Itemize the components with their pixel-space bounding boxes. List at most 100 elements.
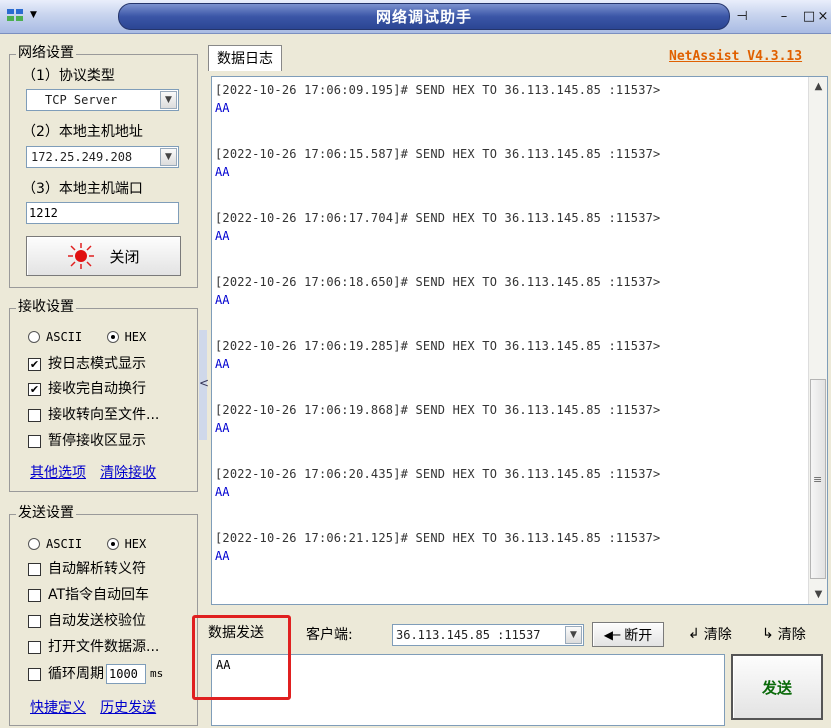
port-label: （3）本地主机端口 xyxy=(22,181,143,197)
receive-option-log-mode[interactable]: ✔ 按日志模式显示 xyxy=(28,355,146,373)
receive-option-auto-newline[interactable]: ✔ 接收完自动换行 xyxy=(28,380,146,398)
host-value: 172.25.249.208 xyxy=(31,150,133,164)
send-format-row: ASCII HEX xyxy=(28,535,146,553)
chevron-down-icon[interactable]: ▼ xyxy=(160,91,177,109)
send-option-label: 自动解析转义符 xyxy=(48,561,146,577)
chevron-down-icon[interactable]: ▼ xyxy=(810,586,827,603)
clear-receive-link[interactable]: 清除接收 xyxy=(100,465,156,481)
minimize-button[interactable]: – xyxy=(775,8,793,26)
receive-ascii-label: ASCII xyxy=(46,330,83,344)
receive-hex-radio[interactable] xyxy=(106,331,119,343)
send-option-escape[interactable]: 自动解析转义符 xyxy=(28,560,146,578)
log-entry-header: [2022-10-26 17:06:20.435]# SEND HEX TO 3… xyxy=(215,467,661,481)
client-label: 客户端: xyxy=(306,627,353,643)
send-option-checksum[interactable]: 自动发送校验位 xyxy=(28,612,146,630)
log-entry-header: [2022-10-26 17:06:21.125]# SEND HEX TO 3… xyxy=(215,531,661,545)
log-entry-data: AA xyxy=(215,485,230,499)
receive-option-label: 按日志模式显示 xyxy=(48,356,146,372)
port-input[interactable]: 1212 xyxy=(26,202,179,224)
checkbox[interactable] xyxy=(28,434,41,448)
send-ascii-label: ASCII xyxy=(46,537,83,551)
log-entry-header: [2022-10-26 17:06:09.195]# SEND HEX TO 3… xyxy=(215,83,661,97)
receive-format-row: ASCII HEX xyxy=(28,328,146,346)
receive-ascii-radio[interactable] xyxy=(28,331,40,343)
other-options-link[interactable]: 其他选项 xyxy=(30,465,86,481)
log-entry: [2022-10-26 17:06:15.587]# SEND HEX TO 3… xyxy=(215,147,660,179)
log-entry-header: [2022-10-26 17:06:15.587]# SEND HEX TO 3… xyxy=(215,147,661,161)
window-title: 网络调试助手 xyxy=(118,3,730,30)
receive-option-label: 暂停接收区显示 xyxy=(48,433,146,449)
send-option-at-cr[interactable]: AT指令自动回车 xyxy=(28,586,149,604)
shortcut-define-link[interactable]: 快捷定义 xyxy=(30,700,86,716)
receive-settings-title: 接收设置 xyxy=(16,299,76,315)
host-label: （2）本地主机地址 xyxy=(22,124,143,140)
checkbox[interactable] xyxy=(28,408,41,422)
send-option-loop[interactable]: 循环周期 1000 ms xyxy=(28,664,163,684)
history-send-link[interactable]: 历史发送 xyxy=(100,700,156,716)
disconnect-button[interactable]: ◀─ 断开 xyxy=(592,622,664,647)
title-bar: ▼ 网络调试助手 ⊣ – □ × xyxy=(0,0,831,34)
send-option-file-source[interactable]: 打开文件数据源... xyxy=(28,638,159,656)
send-option-label: 打开文件数据源... xyxy=(48,639,160,655)
log-entry-header: [2022-10-26 17:06:19.868]# SEND HEX TO 3… xyxy=(215,403,661,417)
loop-label: 循环周期 xyxy=(48,666,104,682)
close-connection-button[interactable]: 关闭 xyxy=(26,236,181,276)
checkbox[interactable] xyxy=(28,614,41,628)
log-entry-header: [2022-10-26 17:06:18.650]# SEND HEX TO 3… xyxy=(215,275,661,289)
send-hex-radio[interactable] xyxy=(106,538,119,550)
send-ascii-radio[interactable] xyxy=(28,538,40,550)
red-light-icon xyxy=(68,243,95,269)
tab-data-send[interactable]: 数据发送 xyxy=(208,622,264,642)
receive-log[interactable]: [2022-10-26 17:06:09.195]# SEND HEX TO 3… xyxy=(211,76,828,605)
system-menu[interactable]: ▼ xyxy=(6,7,37,23)
log-entry-data: AA xyxy=(215,101,230,115)
log-scrollbar[interactable]: ▲ ≡ ▼ xyxy=(808,77,827,604)
client-select[interactable]: 36.113.145.85 :11537 ▼ xyxy=(392,624,584,646)
pin-icon[interactable]: ⊣ xyxy=(733,8,751,26)
chevron-down-icon: ▼ xyxy=(30,10,37,20)
clear-label: 清除 xyxy=(777,627,806,643)
checkbox[interactable] xyxy=(28,562,41,576)
loop-period-input[interactable]: 1000 xyxy=(106,664,146,684)
receive-option-pause[interactable]: 暂停接收区显示 xyxy=(28,432,146,450)
checkbox[interactable] xyxy=(28,588,41,602)
log-entry-data: AA xyxy=(215,421,230,435)
loop-unit: ms xyxy=(150,667,164,680)
send-links: 快捷定义 历史发送 xyxy=(30,697,156,717)
checkbox[interactable] xyxy=(28,640,41,654)
log-entry: [2022-10-26 17:06:18.650]# SEND HEX TO 3… xyxy=(215,275,660,307)
checkbox-checked[interactable]: ✔ xyxy=(28,382,41,396)
disconnect-label: 断开 xyxy=(624,627,653,644)
clear-send-button[interactable]: ↲ 清除 xyxy=(688,624,732,644)
clear-count-button[interactable]: ↳ 清除 xyxy=(762,624,806,644)
chevron-left-icon[interactable]: < xyxy=(199,376,209,390)
receive-option-label: 接收转向至文件... xyxy=(48,407,160,423)
protocol-select[interactable]: TCP Server ▼ xyxy=(26,89,179,111)
checkbox-checked[interactable]: ✔ xyxy=(28,357,41,371)
send-button[interactable]: 发送 xyxy=(731,654,823,720)
return-arrow-icon: ↲ xyxy=(688,626,700,642)
chevron-down-icon[interactable]: ▼ xyxy=(565,626,582,644)
send-option-label: AT指令自动回车 xyxy=(48,587,150,603)
tab-data-log[interactable]: 数据日志 xyxy=(208,45,282,71)
client-value: 36.113.145.85 :11537 xyxy=(396,628,541,642)
chevron-down-icon[interactable]: ▼ xyxy=(160,148,177,166)
return-arrow-icon: ↳ xyxy=(762,626,774,642)
send-option-label: 自动发送校验位 xyxy=(48,613,146,629)
log-entry-header: [2022-10-26 17:06:19.285]# SEND HEX TO 3… xyxy=(215,339,661,353)
chevron-up-icon[interactable]: ▲ xyxy=(810,78,827,95)
receive-option-label: 接收完自动换行 xyxy=(48,381,146,397)
close-icon[interactable]: × xyxy=(816,8,830,26)
log-entry: [2022-10-26 17:06:19.285]# SEND HEX TO 3… xyxy=(215,339,660,371)
log-entry: [2022-10-26 17:06:20.435]# SEND HEX TO 3… xyxy=(215,467,660,499)
app-icon xyxy=(7,9,23,21)
receive-option-to-file[interactable]: 接收转向至文件... xyxy=(28,406,159,424)
checkbox[interactable] xyxy=(28,667,41,681)
clear-label: 清除 xyxy=(703,627,732,643)
send-input[interactable]: AA xyxy=(211,654,725,726)
version-link[interactable]: NetAssist V4.3.13 xyxy=(669,49,802,64)
network-settings-title: 网络设置 xyxy=(16,45,76,61)
host-select[interactable]: 172.25.249.208 ▼ xyxy=(26,146,179,168)
log-entry-data: AA xyxy=(215,293,230,307)
arrow-left-icon: ◀─ xyxy=(603,627,621,642)
